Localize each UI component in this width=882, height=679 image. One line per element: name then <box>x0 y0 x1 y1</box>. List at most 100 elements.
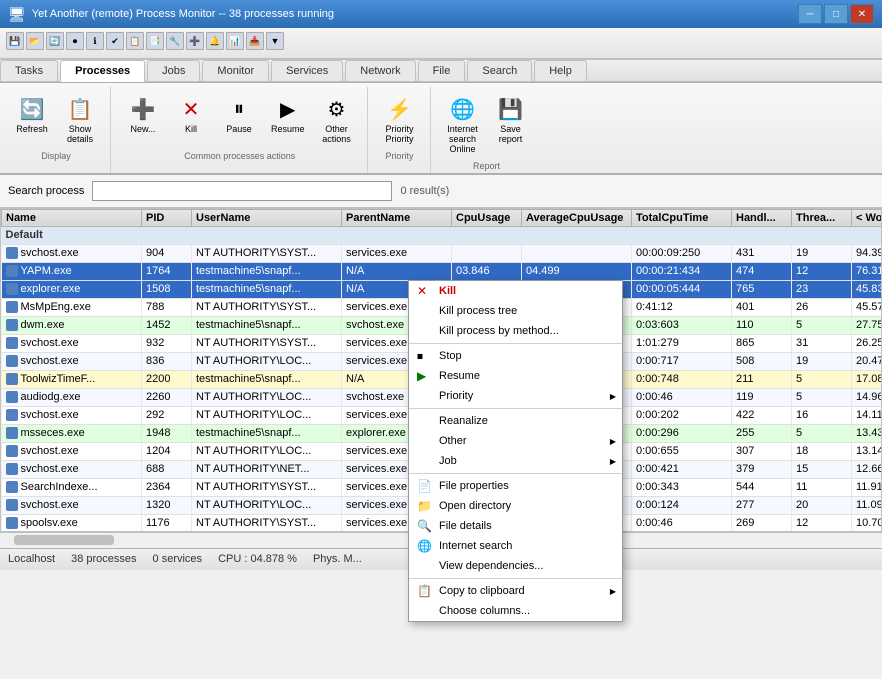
search-result: 0 result(s) <box>400 185 449 197</box>
toolbar-top: 💾 📂 🔄 ⏺ ℹ ✔ 📋 📑 🔧 ➕ 🔔 📊 📥 ▼ <box>6 32 876 50</box>
kill-label: Kill <box>185 125 197 135</box>
table-row[interactable]: YAPM.exe 1764testmachine5\snapf...N/A 03… <box>2 262 882 280</box>
status-host: Localhost <box>8 553 55 565</box>
tab-monitor[interactable]: Monitor <box>202 60 269 81</box>
other-actions-button[interactable]: ⚙ Otheractions <box>315 89 359 149</box>
tab-network[interactable]: Network <box>345 60 415 81</box>
ctx-copy-to-clipboard[interactable]: 📋 Copy to clipboard <box>409 581 622 601</box>
tab-file[interactable]: File <box>418 60 466 81</box>
col-handles[interactable]: Handl... <box>732 209 792 226</box>
col-username[interactable]: UserName <box>192 209 342 226</box>
status-cpu: CPU : 04.878 % <box>218 553 297 565</box>
save-report-icon: 💾 <box>495 93 527 125</box>
ctx-kill-process-tree[interactable]: Kill process tree <box>409 301 622 321</box>
ctx-open-directory[interactable]: 📁 Open directory <box>409 496 622 516</box>
kill-button[interactable]: ✕ Kill <box>169 89 213 149</box>
quick-icon-2[interactable]: 📂 <box>26 32 44 50</box>
tab-jobs[interactable]: Jobs <box>147 60 200 81</box>
ctx-internet-search[interactable]: 🌐 Internet search <box>409 536 622 556</box>
search-input[interactable] <box>92 181 392 201</box>
close-button[interactable]: ✕ <box>850 4 874 24</box>
internet-search-icon: 🌐 <box>447 93 479 125</box>
file-properties-icon: 📄 <box>417 479 432 493</box>
window-title: Yet Another (remote) Process Monitor -- … <box>32 8 334 20</box>
resume-button[interactable]: ▶ Resume <box>265 89 311 149</box>
ctx-file-details[interactable]: 🔍 File details <box>409 516 622 536</box>
quick-icon-3[interactable]: 🔄 <box>46 32 64 50</box>
col-name[interactable]: Name <box>2 209 142 226</box>
tab-tasks[interactable]: Tasks <box>0 60 58 81</box>
copy-icon: 📋 <box>417 584 432 598</box>
quick-icon-7[interactable]: 📋 <box>126 32 144 50</box>
maximize-button[interactable]: □ <box>824 4 848 24</box>
col-avgcpu[interactable]: AverageCpuUsage <box>522 209 632 226</box>
quick-icon-9[interactable]: 🔧 <box>166 32 184 50</box>
ctx-view-dependencies[interactable]: View dependencies... <box>409 556 622 576</box>
resume-label: Resume <box>271 125 305 135</box>
title-bar: 🖥 Yet Another (remote) Process Monitor -… <box>0 0 882 28</box>
ribbon-group-actions: ➕ New... ✕ Kill ⏸ Pause ▶ Resume ⚙ Other… <box>117 87 368 173</box>
ctx-other[interactable]: Other <box>409 431 622 451</box>
group-header-default: Default <box>2 226 882 244</box>
new-button[interactable]: ➕ New... <box>121 89 165 149</box>
tab-search[interactable]: Search <box>467 60 532 81</box>
col-pid[interactable]: PID <box>142 209 192 226</box>
tab-processes[interactable]: Processes <box>60 60 145 82</box>
quick-icon-1[interactable]: 💾 <box>6 32 24 50</box>
quick-icon-5[interactable]: ℹ <box>86 32 104 50</box>
minimize-button[interactable]: ─ <box>798 4 822 24</box>
status-processes: 38 processes <box>71 553 136 565</box>
col-cpuusage[interactable]: CpuUsage <box>452 209 522 226</box>
show-details-button[interactable]: 📋 Showdetails <box>58 89 102 149</box>
actions-group-label: Common processes actions <box>184 151 295 161</box>
ribbon-group-report: 🌐 InternetsearchOnline 💾 Savereport Repo… <box>437 87 541 173</box>
col-totalcpu[interactable]: TotalCpuTime <box>632 209 732 226</box>
quick-icon-8[interactable]: 📑 <box>146 32 164 50</box>
refresh-icon: 🔄 <box>16 93 48 125</box>
ctx-choose-columns[interactable]: Choose columns... <box>409 601 622 621</box>
tab-help[interactable]: Help <box>534 60 587 81</box>
col-threads[interactable]: Threa... <box>792 209 852 226</box>
quick-icon-14[interactable]: ▼ <box>266 32 284 50</box>
quick-icon-4[interactable]: ⏺ <box>66 32 84 50</box>
pause-label: Pause <box>226 125 252 135</box>
show-details-icon: 📋 <box>64 93 96 125</box>
tab-services[interactable]: Services <box>271 60 343 81</box>
pause-button[interactable]: ⏸ Pause <box>217 89 261 149</box>
ctx-kill-by-method[interactable]: Kill process by method... <box>409 321 622 341</box>
save-report-label: Savereport <box>499 125 523 145</box>
other-actions-icon: ⚙ <box>321 93 353 125</box>
quick-icon-10[interactable]: ➕ <box>186 32 204 50</box>
table-row[interactable]: svchost.exe 904NT AUTHORITY\SYST...servi… <box>2 244 882 262</box>
search-bar: Search process 0 result(s) <box>0 175 882 208</box>
priority-buttons: ⚡ PriorityPriority <box>378 89 422 149</box>
ctx-kill[interactable]: ✕ Kill <box>409 281 622 301</box>
ribbon-group-priority: ⚡ PriorityPriority Priority <box>374 87 431 173</box>
new-icon: ➕ <box>127 93 159 125</box>
file-details-icon: 🔍 <box>417 519 432 533</box>
quick-icon-6[interactable]: ✔ <box>106 32 124 50</box>
refresh-button[interactable]: 🔄 Refresh <box>10 89 54 149</box>
ctx-file-properties[interactable]: 📄 File properties <box>409 476 622 496</box>
col-working[interactable]: < Workin... <box>852 209 882 226</box>
ctx-job[interactable]: Job <box>409 451 622 471</box>
quick-icon-11[interactable]: 🔔 <box>206 32 224 50</box>
ribbon: 🔄 Refresh 📋 Showdetails Display ➕ New...… <box>0 83 882 175</box>
internet-search-button[interactable]: 🌐 InternetsearchOnline <box>441 89 485 159</box>
col-parentname[interactable]: ParentName <box>342 209 452 226</box>
ctx-stop[interactable]: ⏹ Stop <box>409 346 622 366</box>
other-actions-label: Otheractions <box>322 125 351 145</box>
save-report-button[interactable]: 💾 Savereport <box>489 89 533 159</box>
quick-icon-13[interactable]: 📥 <box>246 32 264 50</box>
open-dir-icon: 📁 <box>417 499 432 513</box>
kill-icon: ✕ <box>417 284 427 298</box>
quick-icon-12[interactable]: 📊 <box>226 32 244 50</box>
status-phys: Phys. M... <box>313 553 362 565</box>
ctx-resume[interactable]: ▶ Resume <box>409 366 622 386</box>
ctx-reanalize[interactable]: Reanalize <box>409 411 622 431</box>
priority-label: PriorityPriority <box>386 125 414 145</box>
priority-icon: ⚡ <box>384 93 416 125</box>
ctx-priority[interactable]: Priority <box>409 386 622 406</box>
priority-button[interactable]: ⚡ PriorityPriority <box>378 89 422 149</box>
priority-group-label: Priority <box>386 151 414 161</box>
